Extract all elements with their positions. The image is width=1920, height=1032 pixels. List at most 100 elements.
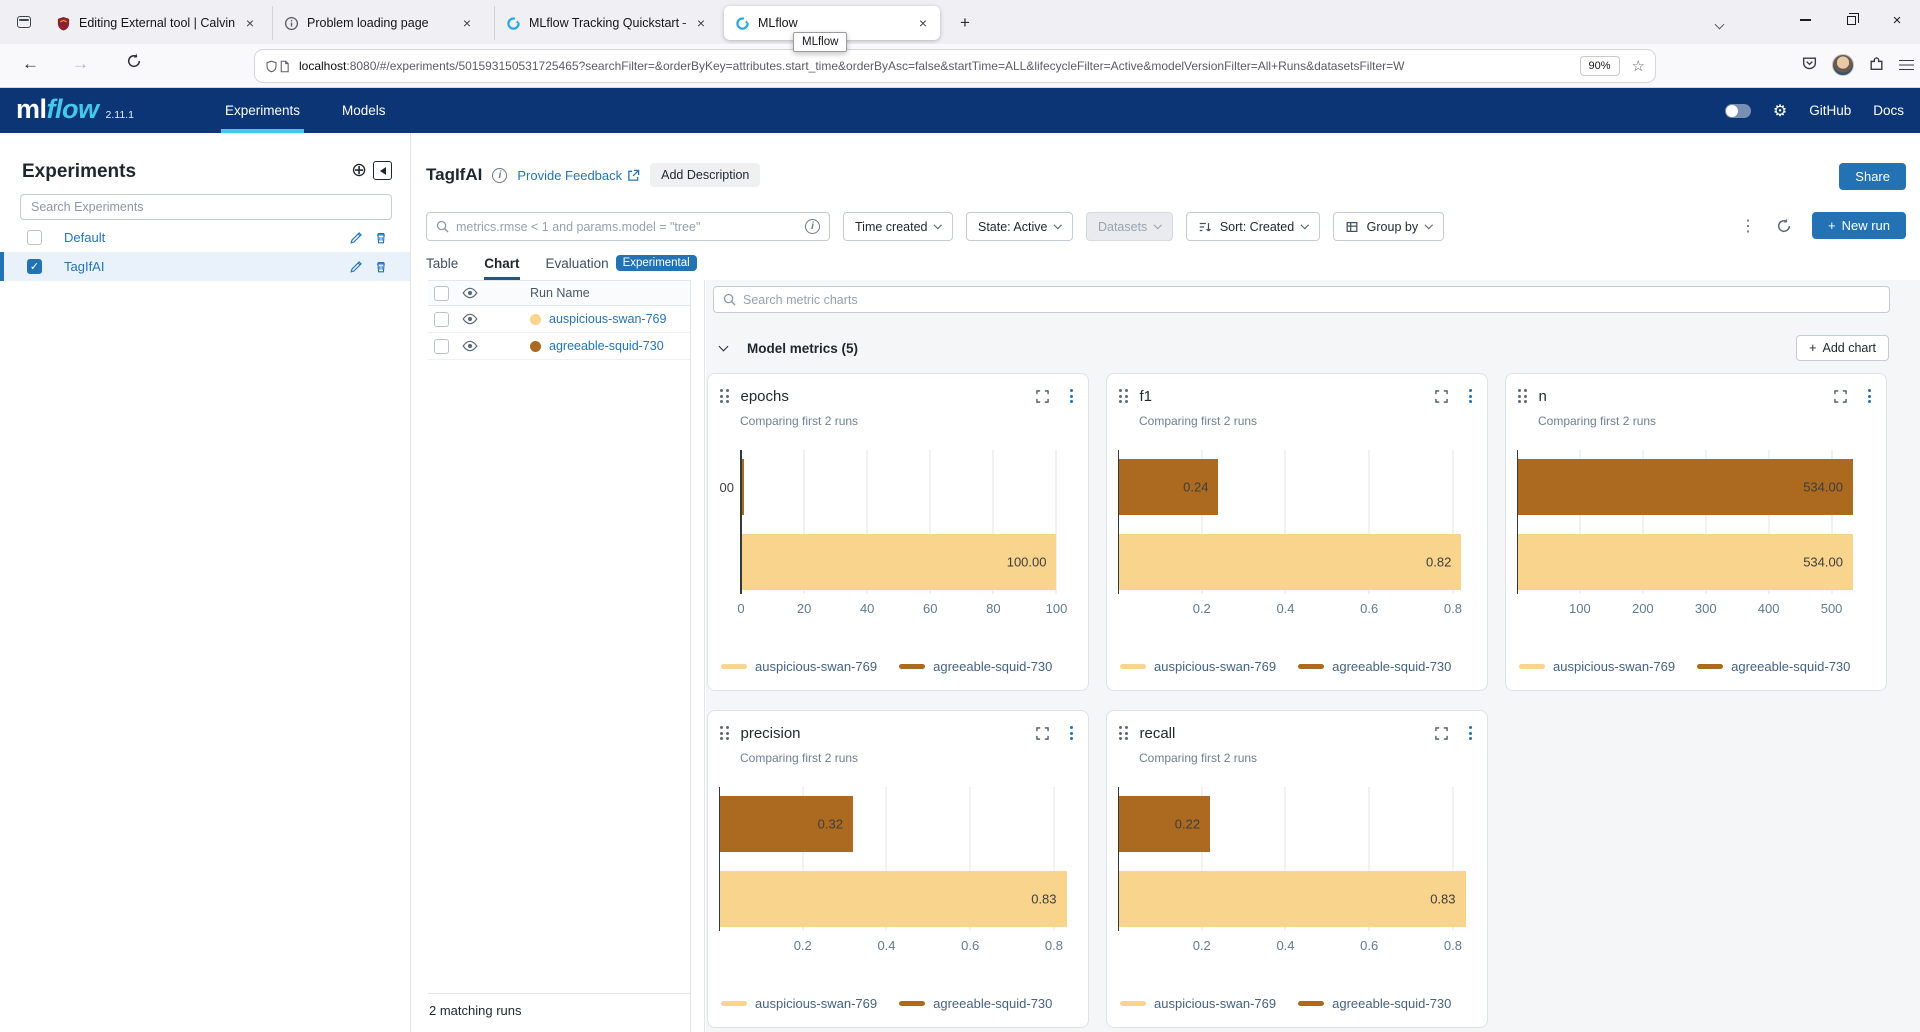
chart-kebab-menu-icon[interactable] <box>1066 389 1077 403</box>
legend-item[interactable]: agreeable-squid-730 <box>899 659 1052 674</box>
run-name-link[interactable]: agreeable-squid-730 <box>549 339 664 353</box>
delete-trash-icon[interactable] <box>374 231 388 245</box>
expand-chart-icon[interactable] <box>1834 390 1847 403</box>
expand-chart-icon[interactable] <box>1435 390 1448 403</box>
more-options-kebab-icon[interactable]: ⋮ <box>1740 216 1756 236</box>
run-row[interactable]: agreeable-squid-730 <box>428 333 690 360</box>
experiment-item-tagifai[interactable]: ✓ TagIfAI <box>0 252 410 281</box>
experiment-name[interactable]: TagIfAI <box>64 259 349 274</box>
search-info-icon[interactable]: i <box>805 219 820 234</box>
legend-item[interactable]: auspicious-swan-769 <box>1120 659 1276 674</box>
visibility-eye-icon[interactable] <box>462 338 478 354</box>
expand-chart-icon[interactable] <box>1435 727 1448 740</box>
bar-agreeable-squid-730[interactable]: 0.32 <box>719 796 853 852</box>
menu-icon[interactable] <box>1899 60 1914 71</box>
pocket-icon[interactable] <box>1801 55 1818 75</box>
restore-button[interactable] <box>1828 0 1874 40</box>
chart-plot[interactable]: 0.24 0.82 <box>1118 450 1476 594</box>
legend-item[interactable]: auspicious-swan-769 <box>721 996 877 1011</box>
share-button[interactable]: Share <box>1839 163 1906 190</box>
runs-search-input[interactable] <box>456 220 798 234</box>
close-icon[interactable]: × <box>916 15 930 31</box>
bar-agreeable-squid-730[interactable]: 0.22 <box>1118 796 1210 852</box>
shield-icon[interactable] <box>265 60 278 73</box>
visibility-eye-icon[interactable] <box>462 311 478 327</box>
drag-handle-icon[interactable] <box>720 389 729 403</box>
chart-kebab-menu-icon[interactable] <box>1066 726 1077 740</box>
drag-handle-icon[interactable] <box>1119 726 1128 740</box>
page-info-icon[interactable] <box>278 60 291 73</box>
gear-icon[interactable]: ⚙ <box>1773 101 1787 121</box>
bar-auspicious-swan-769[interactable]: 100.00 <box>741 534 1056 590</box>
edit-pencil-icon[interactable] <box>349 260 363 274</box>
chart-plot[interactable]: 100.00 1.00 <box>719 450 1077 594</box>
chart-plot[interactable]: 0.320.83 <box>719 787 1077 931</box>
legend-item[interactable]: auspicious-swan-769 <box>721 659 877 674</box>
bookmark-star-icon[interactable]: ☆ <box>1632 57 1645 75</box>
group-by-button[interactable]: Group by <box>1333 212 1444 241</box>
extensions-icon[interactable] <box>1868 55 1885 75</box>
url-text[interactable]: localhost:8080/#/experiments/50159315053… <box>299 59 1580 73</box>
list-all-tabs-chevron-icon[interactable] <box>1716 16 1723 31</box>
run-checkbox[interactable] <box>434 312 449 327</box>
run-name-link[interactable]: auspicious-swan-769 <box>549 312 666 326</box>
run-row[interactable]: auspicious-swan-769 <box>428 306 690 333</box>
theme-toggle[interactable] <box>1725 104 1751 118</box>
experiment-checkbox[interactable]: ✓ <box>27 259 42 274</box>
reload-icon[interactable] <box>126 53 142 74</box>
close-icon[interactable]: × <box>460 15 474 31</box>
create-experiment-icon[interactable]: ⊕ <box>351 161 367 180</box>
experiment-checkbox[interactable] <box>27 230 42 245</box>
chart-kebab-menu-icon[interactable] <box>1864 389 1875 403</box>
panel-resize-handle[interactable] <box>690 280 705 1032</box>
mlflow-logo[interactable]: mlflow 2.11.1 <box>16 94 134 125</box>
legend-item[interactable]: agreeable-squid-730 <box>1298 659 1451 674</box>
refresh-icon[interactable] <box>1776 218 1792 234</box>
close-icon[interactable]: × <box>694 15 708 31</box>
state-filter[interactable]: State: Active <box>966 212 1073 241</box>
bar-auspicious-swan-769[interactable]: 534.00 <box>1517 534 1853 590</box>
experiment-name[interactable]: Default <box>64 230 349 245</box>
select-all-checkbox[interactable] <box>434 286 449 301</box>
expand-chart-icon[interactable] <box>1036 727 1049 740</box>
minimize-button[interactable] <box>1782 0 1828 40</box>
close-icon[interactable]: × <box>243 15 257 31</box>
legend-item[interactable]: agreeable-squid-730 <box>899 996 1052 1011</box>
new-tab-button[interactable]: + <box>952 10 978 36</box>
bar-agreeable-squid-730[interactable]: 534.00 <box>1517 459 1853 515</box>
nav-models[interactable]: Models <box>342 88 386 133</box>
back-icon[interactable]: ← <box>22 54 39 74</box>
experiment-item-default[interactable]: Default <box>0 223 410 252</box>
delete-trash-icon[interactable] <box>374 260 388 274</box>
sort-button[interactable]: Sort: Created <box>1186 212 1320 241</box>
drag-handle-icon[interactable] <box>720 726 729 740</box>
tab-table[interactable]: Table <box>426 256 458 280</box>
legend-item[interactable]: agreeable-squid-730 <box>1697 659 1850 674</box>
bar-auspicious-swan-769[interactable]: 0.83 <box>1118 871 1466 927</box>
legend-item[interactable]: agreeable-squid-730 <box>1298 996 1451 1011</box>
chart-search-input[interactable] <box>743 293 1880 307</box>
drag-handle-icon[interactable] <box>1518 389 1527 403</box>
close-window-button[interactable]: × <box>1874 0 1920 40</box>
drag-handle-icon[interactable] <box>1119 389 1128 403</box>
browser-tab-calvin[interactable]: Editing External tool | Calvin × <box>45 6 267 40</box>
run-checkbox[interactable] <box>434 339 449 354</box>
docs-link[interactable]: Docs <box>1873 103 1904 118</box>
bar-auspicious-swan-769[interactable]: 0.82 <box>1118 534 1461 590</box>
account-avatar[interactable] <box>1832 54 1854 76</box>
github-link[interactable]: GitHub <box>1809 103 1851 118</box>
experiments-search-input[interactable] <box>20 194 392 220</box>
new-run-button[interactable]: +New run <box>1812 212 1906 239</box>
bar-agreeable-squid-730[interactable]: 0.24 <box>1118 459 1218 515</box>
section-chevron-down-icon[interactable] <box>719 342 729 352</box>
chart-kebab-menu-icon[interactable] <box>1465 726 1476 740</box>
tab-evaluation[interactable]: Evaluation Experimental <box>546 255 697 280</box>
url-bar[interactable]: localhost:8080/#/experiments/50159315053… <box>255 50 1655 82</box>
add-description-button[interactable]: Add Description <box>650 163 760 187</box>
visibility-eye-icon[interactable] <box>462 285 478 301</box>
runs-search-box[interactable]: i <box>426 212 830 241</box>
firefox-view-icon[interactable] <box>12 10 36 34</box>
chart-plot[interactable]: 534.00 534.00 <box>1517 450 1875 594</box>
collapse-sidebar-icon[interactable] <box>373 161 392 180</box>
browser-tab-problem[interactable]: Problem loading page × <box>272 6 484 40</box>
